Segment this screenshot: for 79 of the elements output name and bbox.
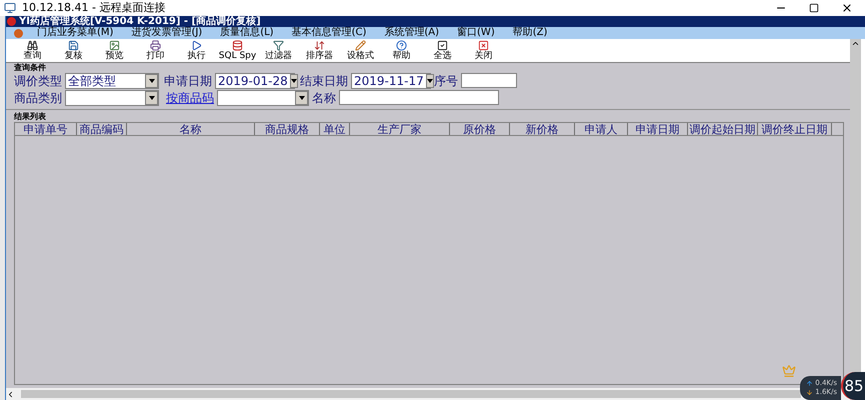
field-label: 商品类别 bbox=[14, 90, 62, 106]
menu-item[interactable]: 窗口(W) bbox=[457, 27, 495, 39]
help-icon bbox=[396, 40, 407, 51]
database-icon bbox=[232, 40, 243, 51]
column-header[interactable]: 申请人 bbox=[575, 123, 628, 135]
category-dropdown[interactable] bbox=[65, 90, 159, 106]
toolbar-button[interactable]: 复核 bbox=[53, 40, 94, 62]
picture-icon bbox=[109, 40, 120, 51]
column-header[interactable]: 调价终止日期 bbox=[758, 123, 832, 135]
close-icon bbox=[478, 40, 489, 51]
toolbar-button[interactable]: 打印 bbox=[135, 40, 176, 62]
scrollbar-thumb[interactable] bbox=[21, 390, 801, 398]
close-icon[interactable] bbox=[841, 2, 853, 14]
toolbar-button[interactable]: 设格式 bbox=[340, 40, 381, 62]
column-header[interactable]: 生产厂家 bbox=[350, 123, 450, 135]
column-header[interactable]: 新价格 bbox=[510, 123, 575, 135]
name-input[interactable] bbox=[339, 90, 499, 105]
caret-icon bbox=[148, 96, 154, 100]
menu-item[interactable]: 帮助(Z) bbox=[512, 27, 548, 39]
caret-icon bbox=[298, 96, 304, 100]
dropdown-button[interactable] bbox=[295, 90, 308, 104]
printer-icon bbox=[150, 40, 161, 51]
menu-item[interactable]: 门店业务菜单(M) bbox=[37, 27, 114, 39]
app-title: YI药店管理系统[V-5904 K-2019] - [商品调价复核] bbox=[19, 16, 261, 27]
dropdown-button[interactable] bbox=[145, 74, 158, 88]
column-header[interactable]: 商品编码 bbox=[77, 123, 127, 135]
download-arrow-icon bbox=[806, 389, 814, 396]
toolbar-button[interactable]: 帮助 bbox=[381, 40, 422, 62]
menu-item[interactable]: 进货发票管理(J) bbox=[131, 27, 202, 39]
field-label: 调价类型 bbox=[14, 72, 62, 90]
apply-date-picker[interactable]: 2019-01-28 bbox=[215, 72, 295, 88]
field-label: 序号 bbox=[434, 72, 458, 90]
sort-icon bbox=[314, 40, 325, 51]
toolbar-button[interactable]: 预览 bbox=[94, 40, 135, 62]
binoculars-icon bbox=[27, 40, 38, 51]
dropdown-button[interactable] bbox=[145, 90, 158, 104]
column-header[interactable]: 调价起始日期 bbox=[688, 123, 758, 135]
toolbar-button[interactable]: 排序器 bbox=[299, 40, 340, 62]
end-date-picker[interactable]: 2019-11-17 bbox=[351, 72, 431, 88]
column-header[interactable]: 单位 bbox=[320, 123, 350, 135]
crown-icon bbox=[782, 364, 796, 378]
caret-icon bbox=[290, 78, 297, 82]
menu-item[interactable]: 基本信息管理(C) bbox=[292, 27, 366, 39]
column-header[interactable]: 商品规格 bbox=[255, 123, 320, 135]
toolbar-button[interactable]: SQL Spy bbox=[217, 40, 258, 62]
section-title: 查询条件 bbox=[13, 63, 47, 72]
upload-arrow-icon bbox=[806, 380, 814, 387]
price-type-dropdown[interactable]: 全部类型 bbox=[65, 72, 159, 88]
field-label: 申请日期 bbox=[164, 72, 212, 90]
menu-item[interactable]: 质量信息(L) bbox=[220, 27, 274, 39]
caret-icon bbox=[148, 78, 154, 82]
column-header[interactable]: 申请单号 bbox=[15, 123, 77, 135]
product-code-dropdown[interactable] bbox=[217, 90, 309, 106]
caret-icon bbox=[426, 78, 433, 82]
column-header[interactable]: 申请日期 bbox=[628, 123, 688, 135]
filter-icon bbox=[273, 40, 284, 51]
pencil-icon bbox=[355, 40, 366, 51]
serial-input[interactable] bbox=[461, 73, 517, 88]
play-icon bbox=[191, 40, 202, 51]
maximize-icon[interactable] bbox=[809, 3, 819, 13]
section-title: 结果列表 bbox=[12, 112, 47, 122]
field-label: 结束日期 bbox=[300, 72, 348, 90]
window-title: 10.12.18.41 - 远程桌面连接 bbox=[22, 0, 166, 16]
remote-desktop-icon bbox=[4, 2, 16, 14]
scroll-up-icon[interactable] bbox=[851, 39, 860, 48]
toolbar-button[interactable]: 全选 bbox=[422, 40, 463, 62]
toolbar-button[interactable]: 执行 bbox=[176, 40, 217, 62]
dropdown-button[interactable] bbox=[290, 74, 298, 88]
product-code-link[interactable]: 按商品码 bbox=[166, 88, 214, 106]
checkbox-icon bbox=[437, 40, 448, 51]
toolbar-button[interactable]: 查询 bbox=[12, 40, 53, 62]
column-header[interactable]: 原价格 bbox=[450, 123, 510, 135]
scroll-left-icon[interactable] bbox=[6, 390, 15, 398]
field-label: 名称 bbox=[312, 90, 336, 106]
menu-item[interactable]: 系统管理(A) bbox=[384, 27, 440, 39]
dropdown-button[interactable] bbox=[426, 74, 434, 88]
toolbar-button[interactable]: 过滤器 bbox=[258, 40, 299, 62]
toolbar-button[interactable]: 关闭 bbox=[463, 40, 504, 62]
column-header[interactable]: 名称 bbox=[127, 123, 255, 135]
